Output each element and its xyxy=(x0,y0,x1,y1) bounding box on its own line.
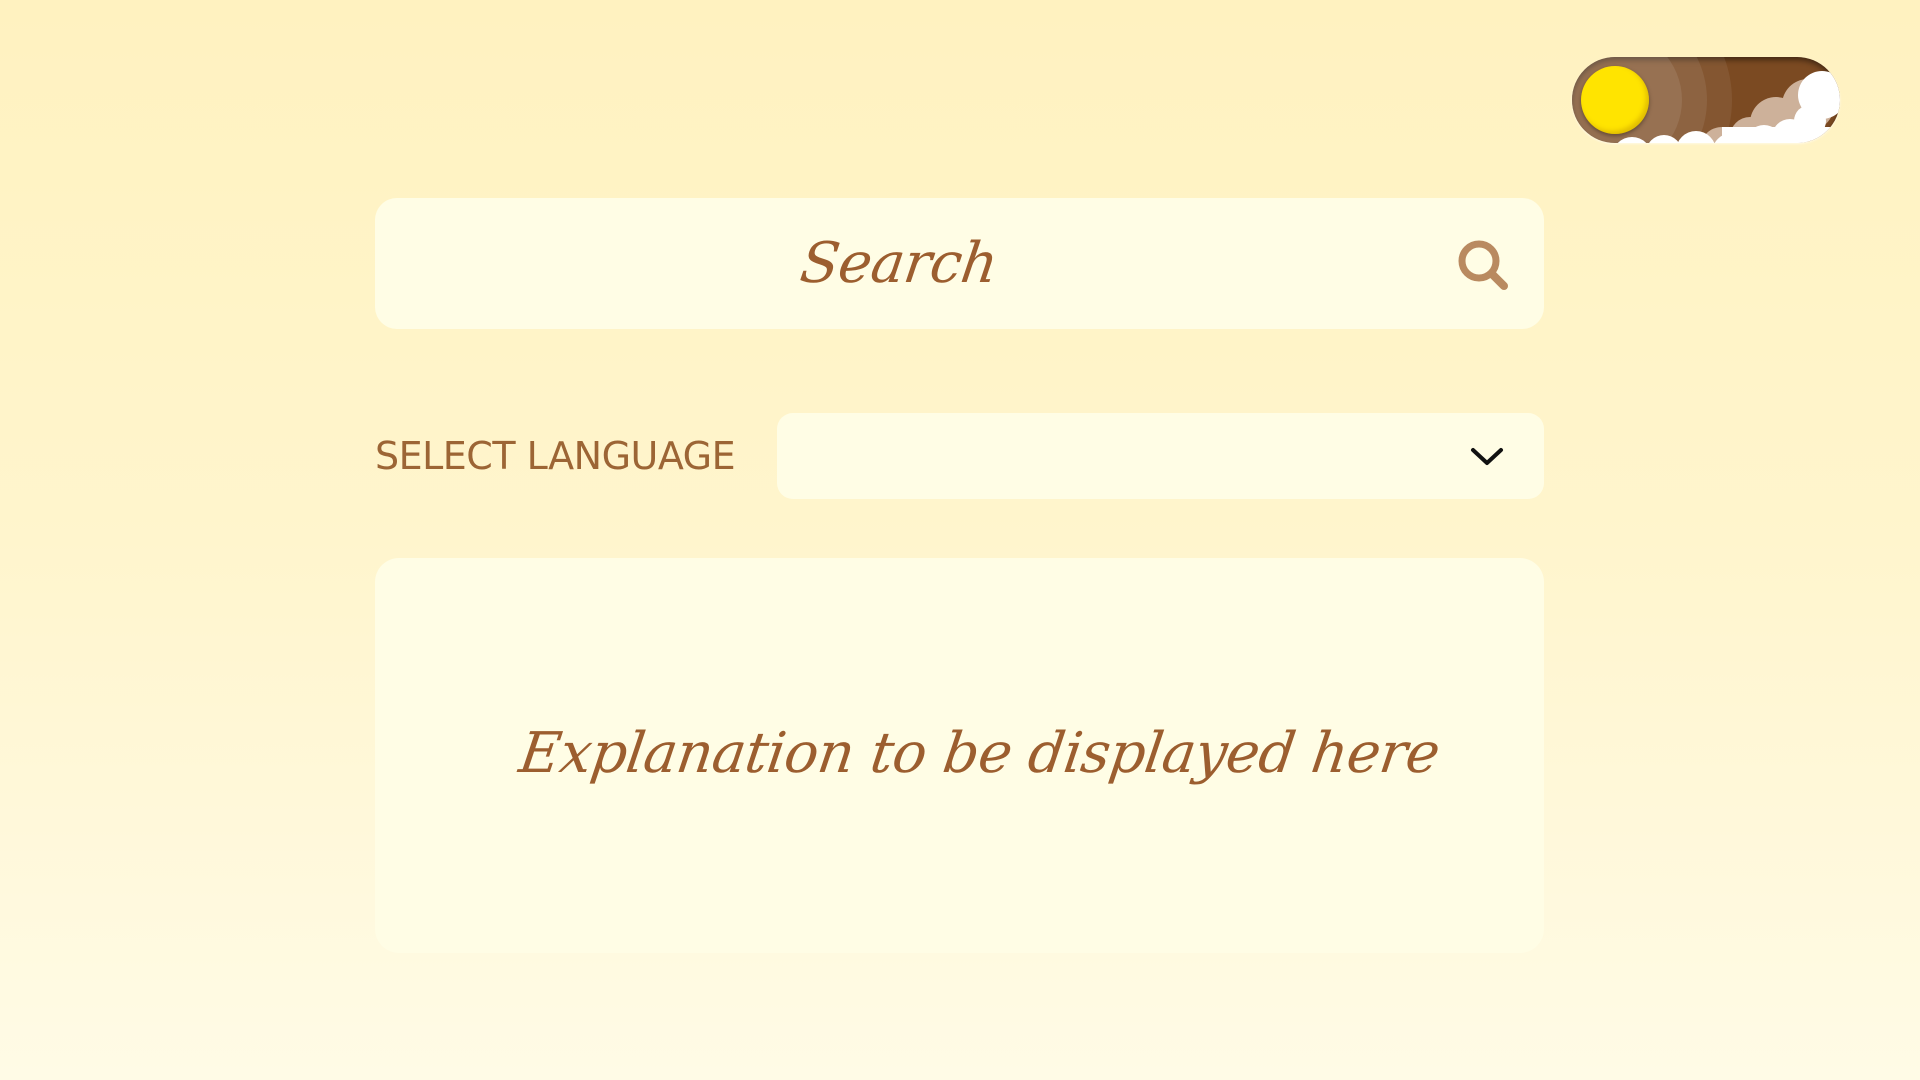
theme-toggle[interactable] xyxy=(1572,57,1840,143)
search-icon[interactable] xyxy=(1454,236,1514,296)
search-input[interactable]: Search xyxy=(375,198,1544,329)
explanation-text: Explanation to be displayed here xyxy=(515,721,1444,786)
language-select[interactable] xyxy=(777,413,1544,499)
language-row: SELECT LANGUAGE xyxy=(375,413,1544,499)
sun-icon[interactable] xyxy=(1581,66,1649,134)
chevron-down-icon xyxy=(1471,448,1503,465)
language-label: SELECT LANGUAGE xyxy=(375,434,736,478)
search-placeholder: Search xyxy=(796,231,1003,296)
explanation-panel: Explanation to be displayed here xyxy=(375,558,1544,953)
